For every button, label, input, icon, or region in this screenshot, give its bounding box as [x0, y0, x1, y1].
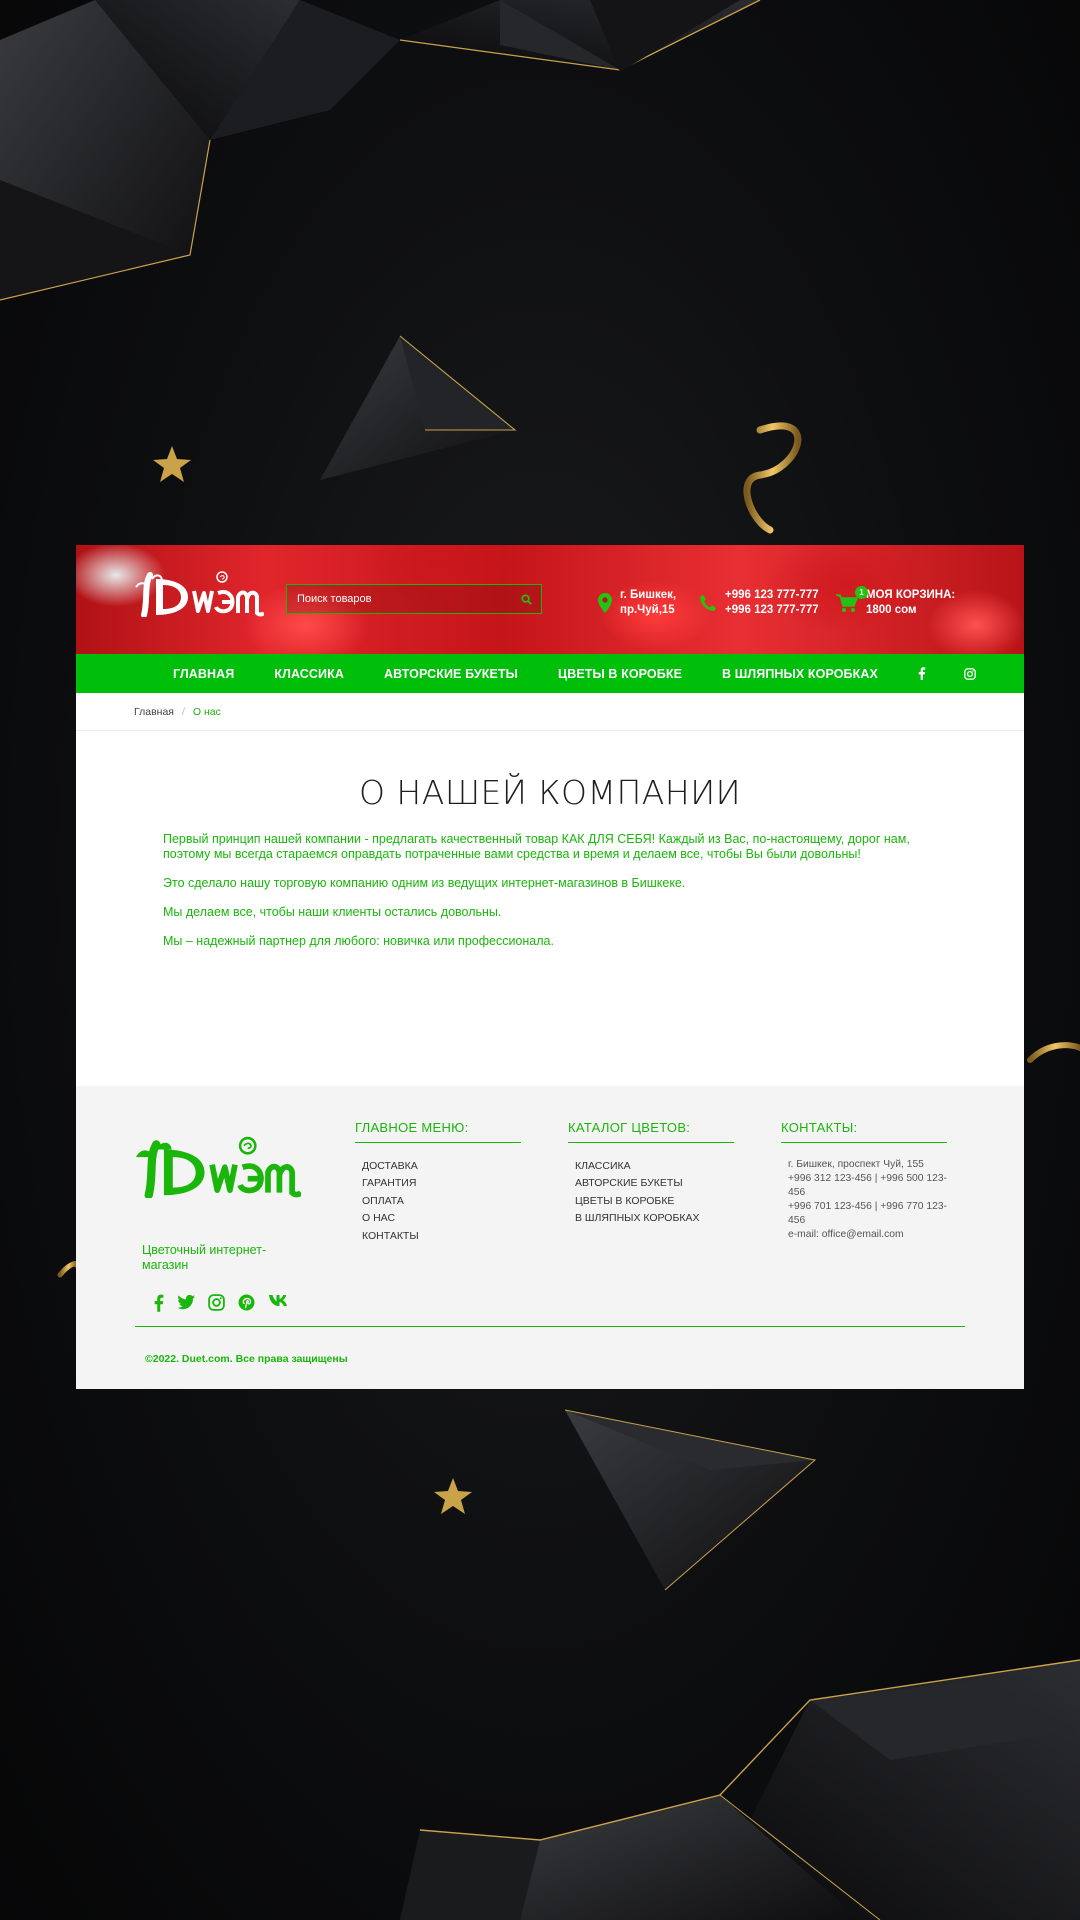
main-content: О НАШЕЙ КОМПАНИИ Первый принцип нашей ко… [76, 731, 1024, 1086]
facebook-icon[interactable] [154, 1294, 164, 1312]
breadcrumb-current: О нас [192, 705, 221, 718]
about-paragraph: Это сделало нашу торговую компанию одним… [163, 876, 686, 890]
footer-link-author-bouquets[interactable]: АВТОРСКИЕ БУКЕТЫ [575, 1177, 683, 1189]
header-phones: +996 123 777-777 +996 123 777-777 [699, 588, 819, 618]
site-logo[interactable] [134, 569, 266, 622]
cart-count-badge: 1 [855, 585, 868, 599]
footer-link-delivery[interactable]: ДОСТАВКА [362, 1160, 418, 1172]
footer-contacts: КОНТАКТЫ: г. Бишкек, проспект Чуй, 155 +… [781, 1120, 947, 1242]
phone-icon [699, 594, 717, 612]
header-address: г. Бишкек, пр.Чуй,15 [598, 588, 676, 618]
cart-label: МОЯ КОРЗИНА: [866, 589, 956, 601]
search-icon [520, 593, 532, 605]
footer-catalog: КАТАЛОГ ЦВЕТОВ: КЛАССИКА АВТОРСКИЕ БУКЕТ… [568, 1120, 734, 1228]
instagram-icon[interactable] [964, 667, 976, 680]
page-title: О НАШЕЙ КОМПАНИИ [358, 773, 742, 812]
footer-link-classic[interactable]: КЛАССИКА [575, 1160, 631, 1172]
nav-item-flowers-in-box[interactable]: ЦВЕТЫ В КОРОБКЕ [558, 667, 682, 681]
footer-link-about[interactable]: О НАС [362, 1212, 395, 1224]
footer-menu-title: ГЛАВНОЕ МЕНЮ: [355, 1120, 521, 1143]
search-button[interactable] [511, 585, 541, 613]
instagram-icon[interactable] [208, 1294, 225, 1312]
footer-catalog-title: КАТАЛОГ ЦВЕТОВ: [568, 1120, 734, 1143]
footer-logo[interactable] [136, 1134, 304, 1203]
footer-link-contacts[interactable]: КОНТАКТЫ [362, 1230, 419, 1242]
copyright: ©2022. Duet.com. Все права защищены [145, 1353, 348, 1365]
site-footer: Цветочный интернет-магазин ГЛАВНОЕ МЕНЮ:… [76, 1086, 1024, 1389]
footer-link-guarantee[interactable]: ГАРАНТИЯ [362, 1177, 416, 1189]
cart-total: 1800 сом [866, 604, 917, 616]
phone-number-2[interactable]: +996 123 777-777 [725, 603, 819, 618]
nav-item-home[interactable]: ГЛАВНАЯ [173, 667, 234, 681]
nav-item-hat-boxes[interactable]: В ШЛЯПНЫХ КОРОБКАХ [722, 667, 878, 681]
footer-contacts-title: КОНТАКТЫ: [781, 1120, 947, 1143]
contact-phones-1: +996 312 123-456 | +996 500 123-456 [788, 1173, 947, 1198]
location-pin-icon [598, 593, 612, 613]
page-card: г. Бишкек, пр.Чуй,15 +996 123 777-777 +9… [76, 545, 1024, 1389]
footer-link-hat-boxes[interactable]: В ШЛЯПНЫХ КОРОБКАХ [575, 1212, 699, 1224]
header-cart[interactable]: 1 МОЯ КОРЗИНА: 1800 сом [836, 585, 956, 618]
contact-phones-2: +996 701 123-456 | +996 770 123-456 [788, 1201, 947, 1226]
search-input[interactable] [287, 585, 511, 613]
nav-item-classic[interactable]: КЛАССИКА [274, 667, 344, 681]
about-paragraph: Мы – надежный партнер для любого: новичк… [163, 934, 554, 948]
footer-link-flowers-in-box[interactable]: ЦВЕТЫ В КОРОБКЕ [575, 1195, 674, 1207]
twitter-icon[interactable] [177, 1294, 195, 1312]
phone-number-1[interactable]: +996 123 777-777 [725, 588, 819, 603]
cart-icon: 1 [836, 585, 868, 613]
site-header: г. Бишкек, пр.Чуй,15 +996 123 777-777 +9… [76, 545, 1024, 654]
contact-email: e-mail: office@email.com [788, 1229, 904, 1240]
about-paragraph: Мы делаем все, чтобы наши клиенты остали… [163, 905, 502, 919]
footer-tagline: Цветочный интернет-магазин [142, 1243, 267, 1272]
about-paragraph: Первый принцип нашей компании - предлага… [163, 832, 910, 861]
address-line2: пр.Чуй,15 [620, 604, 675, 616]
vk-icon[interactable] [268, 1294, 290, 1312]
pinterest-icon[interactable] [238, 1294, 255, 1312]
facebook-icon[interactable] [918, 667, 926, 680]
footer-divider [135, 1326, 965, 1327]
about-text: Первый принцип нашей компании - предлага… [76, 812, 956, 949]
footer-main-menu: ГЛАВНОЕ МЕНЮ: ДОСТАВКА ГАРАНТИЯ ОПЛАТА О… [355, 1120, 521, 1245]
search-box [286, 584, 542, 614]
address-line1: г. Бишкек, [620, 589, 677, 601]
breadcrumb-separator: / [181, 705, 185, 718]
nav-item-author-bouquets[interactable]: АВТОРСКИЕ БУКЕТЫ [384, 667, 518, 681]
main-navigation: ГЛАВНАЯ КЛАССИКА АВТОРСКИЕ БУКЕТЫ ЦВЕТЫ … [76, 654, 1024, 693]
breadcrumb: Главная / О нас [76, 693, 1024, 731]
contact-address: г. Бишкек, проспект Чуй, 155 [788, 1159, 924, 1170]
footer-social-links [154, 1294, 303, 1312]
breadcrumb-home[interactable]: Главная [134, 706, 174, 718]
footer-link-payment[interactable]: ОПЛАТА [362, 1195, 404, 1207]
